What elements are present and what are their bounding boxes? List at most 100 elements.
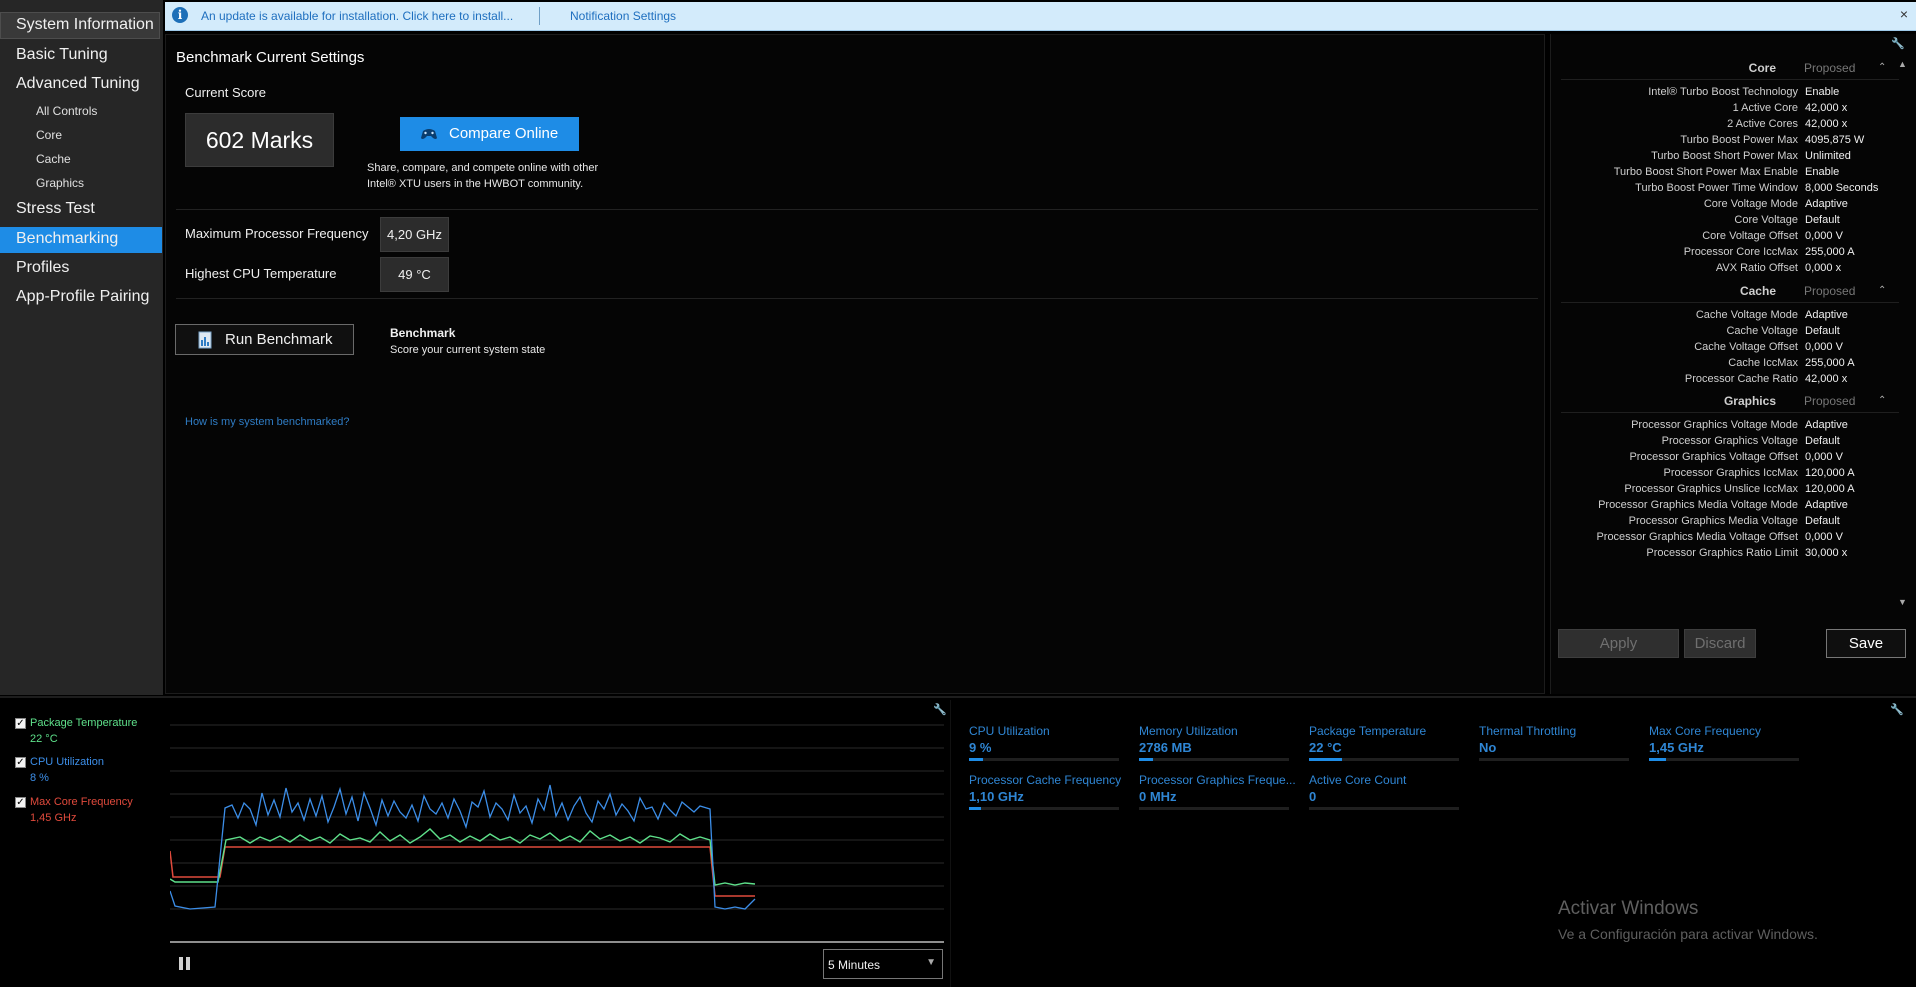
sidebar-item-advanced-tuning[interactable]: Advanced Tuning: [16, 75, 140, 93]
metric-label: Memory Utilization: [1139, 724, 1238, 738]
setting-name: Turbo Boost Short Power Max Enable: [1613, 166, 1798, 178]
setting-name: Processor Graphics IccMax: [1663, 467, 1798, 479]
setting-value: Default: [1805, 435, 1840, 447]
highest-cpu-temperature-value: 49 °C: [380, 257, 449, 292]
notification-settings-link[interactable]: Notification Settings: [570, 9, 676, 23]
package-temperature-checkbox[interactable]: ✓: [15, 718, 26, 729]
metric-processor-graphics-frequency: Processor Graphics Freque... 0 MHz: [1139, 773, 1296, 813]
sidebar-item-system-information[interactable]: System Information: [16, 16, 154, 34]
proposed-label: Proposed: [1804, 284, 1856, 298]
max-processor-frequency-label: Maximum Processor Frequency: [185, 226, 369, 241]
setting-value: Enable: [1805, 166, 1840, 178]
setting-value: 0,000 V: [1805, 230, 1843, 242]
sidebar-item-stress-test[interactable]: Stress Test: [16, 200, 95, 218]
setting-value: 0,000 x: [1805, 262, 1842, 274]
metrics-settings-wrench-icon[interactable]: 🔧: [1890, 704, 1904, 716]
settings-panel: 🔧 ▲ ▼ Core Proposed ⌃ Intel® Turbo Boost…: [1550, 34, 1916, 694]
metric-processor-cache-frequency: Processor Cache Frequency 1,10 GHz: [969, 773, 1121, 813]
metric-label: Thermal Throttling: [1479, 724, 1577, 738]
metric-max-core-frequency: Max Core Frequency 1,45 GHz: [1649, 724, 1801, 764]
controller-icon: [421, 129, 437, 139]
collapse-core-icon[interactable]: ⌃: [1878, 62, 1886, 73]
setting-name: Cache Voltage Mode: [1695, 309, 1798, 321]
legend-package-temperature-value: 22 °C: [30, 733, 58, 745]
setting-name: Processor Graphics Ratio Limit: [1646, 547, 1798, 559]
benchmark-help-link[interactable]: How is my system benchmarked?: [185, 416, 349, 428]
windows-activation-subtitle: Ve a Configuración para activar Windows.: [1558, 926, 1818, 942]
graph-settings-wrench-icon[interactable]: 🔧: [933, 704, 947, 716]
update-notification-link[interactable]: An update is available for installation.…: [201, 9, 513, 23]
sidebar-item-profiles[interactable]: Profiles: [16, 259, 69, 277]
metric-value: No: [1479, 740, 1497, 755]
time-range-select[interactable]: 5 Minutes ▼: [823, 949, 943, 979]
metric-value: 2786 MB: [1139, 740, 1192, 755]
max-processor-frequency-value: 4,20 GHz: [380, 217, 449, 252]
cpu-utilization-checkbox[interactable]: ✓: [15, 757, 26, 768]
legend-max-core-frequency-value: 1,45 GHz: [30, 812, 77, 824]
divider: [1561, 302, 1899, 303]
compare-description-line-2: Intel® XTU users in the HWBOT community.: [367, 178, 584, 190]
setting-value: Adaptive: [1805, 198, 1848, 210]
max-core-frequency-checkbox[interactable]: ✓: [15, 797, 26, 808]
collapse-cache-icon[interactable]: ⌃: [1878, 285, 1886, 296]
sidebar-item-core[interactable]: Core: [36, 128, 62, 142]
graph-gridlines: [170, 724, 944, 910]
sidebar-item-app-profile-pairing[interactable]: App-Profile Pairing: [16, 288, 149, 306]
metric-memory-utilization: Memory Utilization 2786 MB: [1139, 724, 1291, 764]
metric-bar: [1309, 807, 1459, 810]
setting-name: Processor Graphics Voltage Offset: [1629, 451, 1798, 463]
sidebar-item-benchmarking[interactable]: Benchmarking: [16, 230, 118, 248]
sidebar-item-graphics[interactable]: Graphics: [36, 176, 84, 190]
metric-cpu-utilization: CPU Utilization 9 %: [969, 724, 1121, 764]
windows-activation-title: Activar Windows: [1558, 898, 1699, 919]
setting-name: AVX Ratio Offset: [1715, 262, 1798, 274]
bottom-divider: [0, 696, 1916, 698]
setting-value: Adaptive: [1805, 499, 1848, 511]
metric-bar-fill: [1309, 758, 1342, 761]
setting-value: 4095,875 W: [1805, 134, 1865, 146]
time-range-value: 5 Minutes: [828, 958, 881, 972]
metric-value: 1,10 GHz: [969, 789, 1024, 804]
compare-online-label: Compare Online: [449, 125, 559, 142]
metric-value: 0: [1309, 789, 1317, 804]
divider: [176, 209, 1538, 210]
metric-bar: [969, 758, 1119, 761]
discard-button[interactable]: Discard: [1684, 629, 1756, 658]
scroll-up-icon[interactable]: ▲: [1898, 59, 1907, 69]
metric-bar-fill: [969, 758, 983, 761]
metric-thermal-throttling: Thermal Throttling No: [1479, 724, 1631, 764]
setting-value: 0,000 V: [1805, 341, 1843, 353]
metric-label: Processor Graphics Freque...: [1139, 773, 1296, 787]
setting-name: Turbo Boost Power Time Window: [1635, 182, 1798, 194]
sidebar-item-all-controls[interactable]: All Controls: [36, 104, 97, 118]
compare-description-line-1: Share, compare, and compete online with …: [367, 162, 599, 174]
metric-bar-fill: [1139, 758, 1153, 761]
pause-icon[interactable]: [179, 957, 190, 970]
page-title: Benchmark Current Settings: [176, 49, 365, 66]
scroll-down-icon[interactable]: ▼: [1898, 597, 1907, 607]
sidebar-item-basic-tuning[interactable]: Basic Tuning: [16, 46, 108, 64]
setting-name: Turbo Boost Short Power Max: [1651, 150, 1798, 162]
divider: [1561, 412, 1899, 413]
setting-value: 42,000 x: [1805, 118, 1848, 130]
sidebar-item-cache[interactable]: Cache: [36, 152, 71, 166]
setting-value: 42,000 x: [1805, 373, 1848, 385]
close-icon[interactable]: ×: [1900, 6, 1908, 22]
apply-button[interactable]: Apply: [1558, 629, 1679, 658]
compare-online-button[interactable]: Compare Online: [400, 117, 579, 151]
legend-cpu-utilization-value: 8 %: [30, 772, 49, 784]
save-button[interactable]: Save: [1826, 629, 1906, 658]
max-core-frequency-line: [170, 846, 755, 897]
collapse-graphics-icon[interactable]: ⌃: [1878, 395, 1886, 406]
setting-value: 0,000 V: [1805, 451, 1843, 463]
setting-name: Core Voltage Mode: [1703, 198, 1798, 210]
proposed-label: Proposed: [1804, 61, 1856, 75]
wrench-icon[interactable]: 🔧: [1891, 38, 1905, 50]
setting-value: Default: [1805, 325, 1840, 337]
setting-name: Core Voltage Offset: [1702, 230, 1798, 242]
metric-value: 22 °C: [1309, 740, 1342, 755]
setting-value: 8,000 Seconds: [1805, 182, 1879, 194]
run-benchmark-button[interactable]: Run Benchmark: [175, 324, 354, 355]
metric-value: 1,45 GHz: [1649, 740, 1704, 755]
benchmark-description: Score your current system state: [390, 344, 546, 356]
